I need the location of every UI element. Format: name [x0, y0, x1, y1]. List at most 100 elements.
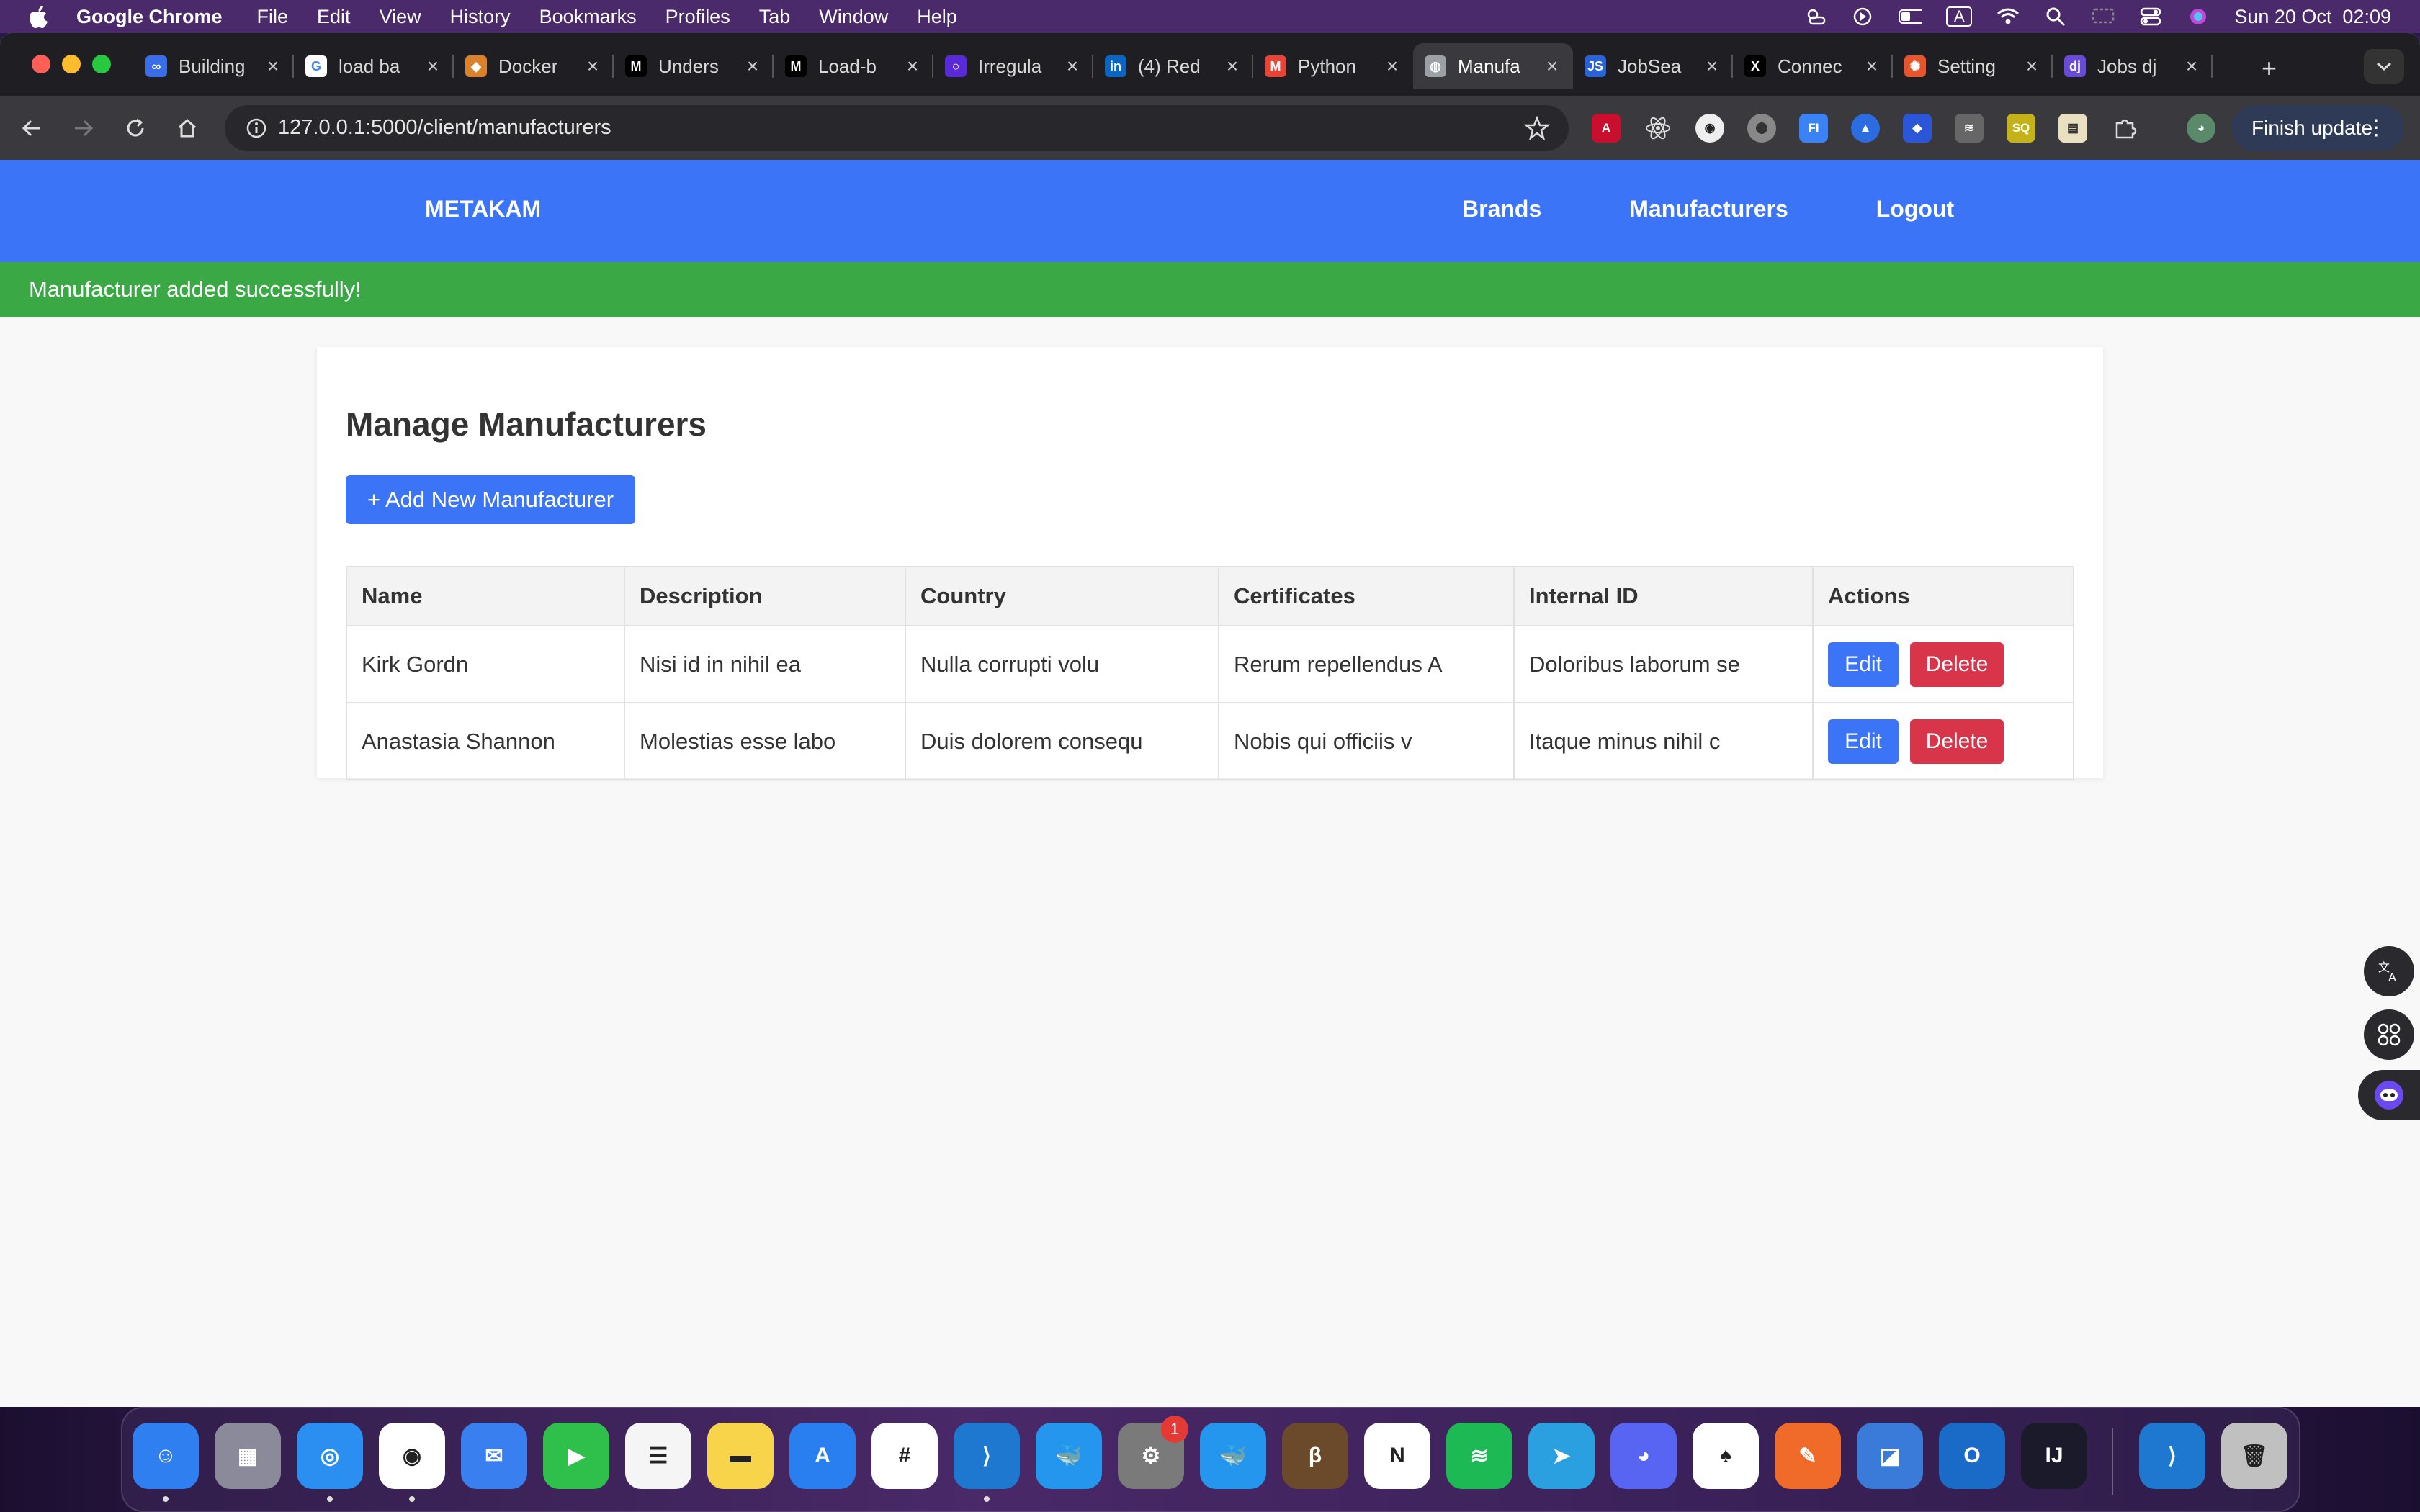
menu-app-name[interactable]: Google Chrome	[76, 6, 223, 28]
site-info-icon[interactable]	[245, 117, 268, 140]
minimize-window-button[interactable]	[62, 55, 81, 73]
extensions-puzzle-icon[interactable]	[2110, 114, 2139, 143]
back-button[interactable]	[16, 112, 48, 144]
address-url[interactable]: 127.0.0.1:5000/client/manufacturers	[278, 116, 611, 140]
menubar-clock[interactable]: Sun 20 Oct 02:09	[2234, 6, 2391, 28]
close-tab-icon[interactable]: ×	[1223, 55, 1242, 78]
forward-button[interactable]	[68, 112, 99, 144]
wifi-icon[interactable]	[1996, 6, 2020, 27]
close-tab-icon[interactable]: ×	[1383, 55, 1402, 78]
close-tab-icon[interactable]: ×	[1543, 55, 1561, 78]
sq-extension-icon[interactable]: SQ	[2007, 114, 2035, 143]
new-tab-icon[interactable]: +	[2262, 53, 2277, 84]
apps-float-button[interactable]	[2364, 1009, 2414, 1060]
menu-tab[interactable]: Tab	[759, 6, 791, 28]
screen-mirroring-icon[interactable]	[2092, 6, 2115, 27]
dock-trash-icon[interactable]: 🗑	[2221, 1423, 2287, 1489]
menu-profiles[interactable]: Profiles	[666, 6, 730, 28]
dock-google-chrome-icon[interactable]: ◉	[379, 1423, 445, 1489]
rss-extension-icon[interactable]: ≋	[1955, 114, 1984, 143]
browser-tab[interactable]: ✺ Setting ×	[1893, 43, 2053, 89]
dock-telegram-icon[interactable]: ➤	[1528, 1423, 1595, 1489]
siri-icon[interactable]	[2187, 6, 2210, 27]
spotlight-search-icon[interactable]	[2044, 6, 2067, 27]
close-tab-icon[interactable]: ×	[1063, 55, 1082, 78]
nav-link-logout[interactable]: Logout	[1876, 196, 1954, 222]
delete-button[interactable]: Delete	[1910, 642, 2004, 687]
dock-visual-studio-code-icon[interactable]: ⟩	[2139, 1423, 2205, 1489]
dock-notes-icon[interactable]: ▬	[707, 1423, 774, 1489]
browser-tab[interactable]: M Python ×	[1253, 43, 1413, 89]
dock-spotify-icon[interactable]: ≋	[1446, 1423, 1512, 1489]
play-icon[interactable]	[1851, 6, 1874, 27]
browser-tab[interactable]: M Unders ×	[614, 43, 774, 89]
dock-launchpad-icon[interactable]: ▦	[215, 1423, 281, 1489]
dock-docker-icon[interactable]: 🐳	[1036, 1423, 1102, 1489]
cube-extension-icon[interactable]: ◆	[1903, 114, 1932, 143]
dock-outlook-icon[interactable]: O	[1939, 1423, 2005, 1489]
dock-postman-icon[interactable]: ✎	[1775, 1423, 1841, 1489]
menu-window[interactable]: Window	[819, 6, 888, 28]
close-tab-icon[interactable]: ×	[424, 55, 442, 78]
browser-tab[interactable]: ◆ Docker ×	[454, 43, 614, 89]
dock-notion-icon[interactable]: N	[1364, 1423, 1430, 1489]
input-source-indicator[interactable]: A	[1946, 6, 1973, 27]
dock-dbeaver-icon[interactable]: β	[1282, 1423, 1348, 1489]
close-tab-icon[interactable]: ×	[1863, 55, 1881, 78]
record-extension-icon[interactable]	[1747, 114, 1776, 143]
close-tab-icon[interactable]: ×	[264, 55, 282, 78]
apple-icon[interactable]	[29, 4, 50, 29]
dock-slack-icon[interactable]: #	[871, 1423, 938, 1489]
battery-icon[interactable]	[1899, 6, 1922, 27]
control-center-icon[interactable]	[2139, 6, 2162, 27]
dock-mongodb-compass-icon[interactable]: ♠	[1693, 1423, 1759, 1489]
close-window-button[interactable]	[32, 55, 50, 73]
menu-file[interactable]: File	[257, 6, 289, 28]
close-tab-icon[interactable]: ×	[903, 55, 922, 78]
dock-mail-icon[interactable]: ✉	[461, 1423, 527, 1489]
translate-float-button[interactable]: 文A	[2364, 946, 2414, 996]
profile-avatar[interactable]: ◕	[2187, 114, 2215, 143]
dock-reminders-icon[interactable]: ☰	[625, 1423, 691, 1489]
finish-update-button[interactable]: Finish update ⋮	[2231, 105, 2404, 151]
nav-link-manufacturers[interactable]: Manufacturers	[1629, 196, 1788, 222]
add-manufacturer-button[interactable]: + Add New Manufacturer	[346, 475, 635, 524]
edit-button[interactable]: Edit	[1828, 719, 1899, 764]
home-button[interactable]	[171, 112, 203, 144]
browser-tab[interactable]: ∞ Building ×	[134, 43, 294, 89]
cloud-upload-extension-icon[interactable]: ▲	[1851, 114, 1880, 143]
dock-docker-icon[interactable]: 🐳	[1200, 1423, 1266, 1489]
close-tab-icon[interactable]: ×	[583, 55, 602, 78]
assistant-float-button[interactable]	[2358, 1070, 2420, 1120]
ghost-extension-icon[interactable]: ◉	[1695, 114, 1724, 143]
fi-extension-icon[interactable]: FI	[1799, 114, 1828, 143]
close-tab-icon[interactable]: ×	[2182, 55, 2201, 78]
dock-intellij-idea-icon[interactable]: IJ	[2021, 1423, 2087, 1489]
dock-visual-studio-code-icon[interactable]: ⟩	[954, 1423, 1020, 1489]
zoom-window-button[interactable]	[92, 55, 111, 73]
menu-help[interactable]: Help	[917, 6, 957, 28]
site-logo[interactable]: METAKAM	[425, 196, 541, 222]
browser-tab[interactable]: JS JobSea ×	[1573, 43, 1733, 89]
dock-discord-icon[interactable]: ◕	[1610, 1423, 1677, 1489]
browser-tab[interactable]: ○ Irregula ×	[933, 43, 1093, 89]
acrobat-extension-icon[interactable]: A	[1592, 114, 1621, 143]
weather-icon[interactable]	[1803, 6, 1827, 27]
browser-tab[interactable]: ◍ Manufa ×	[1413, 43, 1573, 89]
bookmark-star-icon[interactable]	[1524, 115, 1550, 141]
menu-edit[interactable]: Edit	[317, 6, 351, 28]
close-tab-icon[interactable]: ×	[2022, 55, 2041, 78]
menu-bookmarks[interactable]: Bookmarks	[539, 6, 637, 28]
nav-link-brands[interactable]: Brands	[1462, 196, 1541, 222]
dock-preview-icon[interactable]: ◪	[1857, 1423, 1923, 1489]
browser-tab[interactable]: in (4) Red ×	[1093, 43, 1253, 89]
browser-tab[interactable]: X Connec ×	[1733, 43, 1893, 89]
react-devtools-extension-icon[interactable]	[1644, 114, 1672, 143]
delete-button[interactable]: Delete	[1910, 719, 2004, 764]
menu-history[interactable]: History	[450, 6, 511, 28]
reload-button[interactable]	[120, 112, 151, 144]
close-tab-icon[interactable]: ×	[743, 55, 762, 78]
address-bar[interactable]: 127.0.0.1:5000/client/manufacturers	[225, 105, 1569, 151]
dock-finder-icon[interactable]: ☺	[133, 1423, 199, 1489]
edit-button[interactable]: Edit	[1828, 642, 1899, 687]
